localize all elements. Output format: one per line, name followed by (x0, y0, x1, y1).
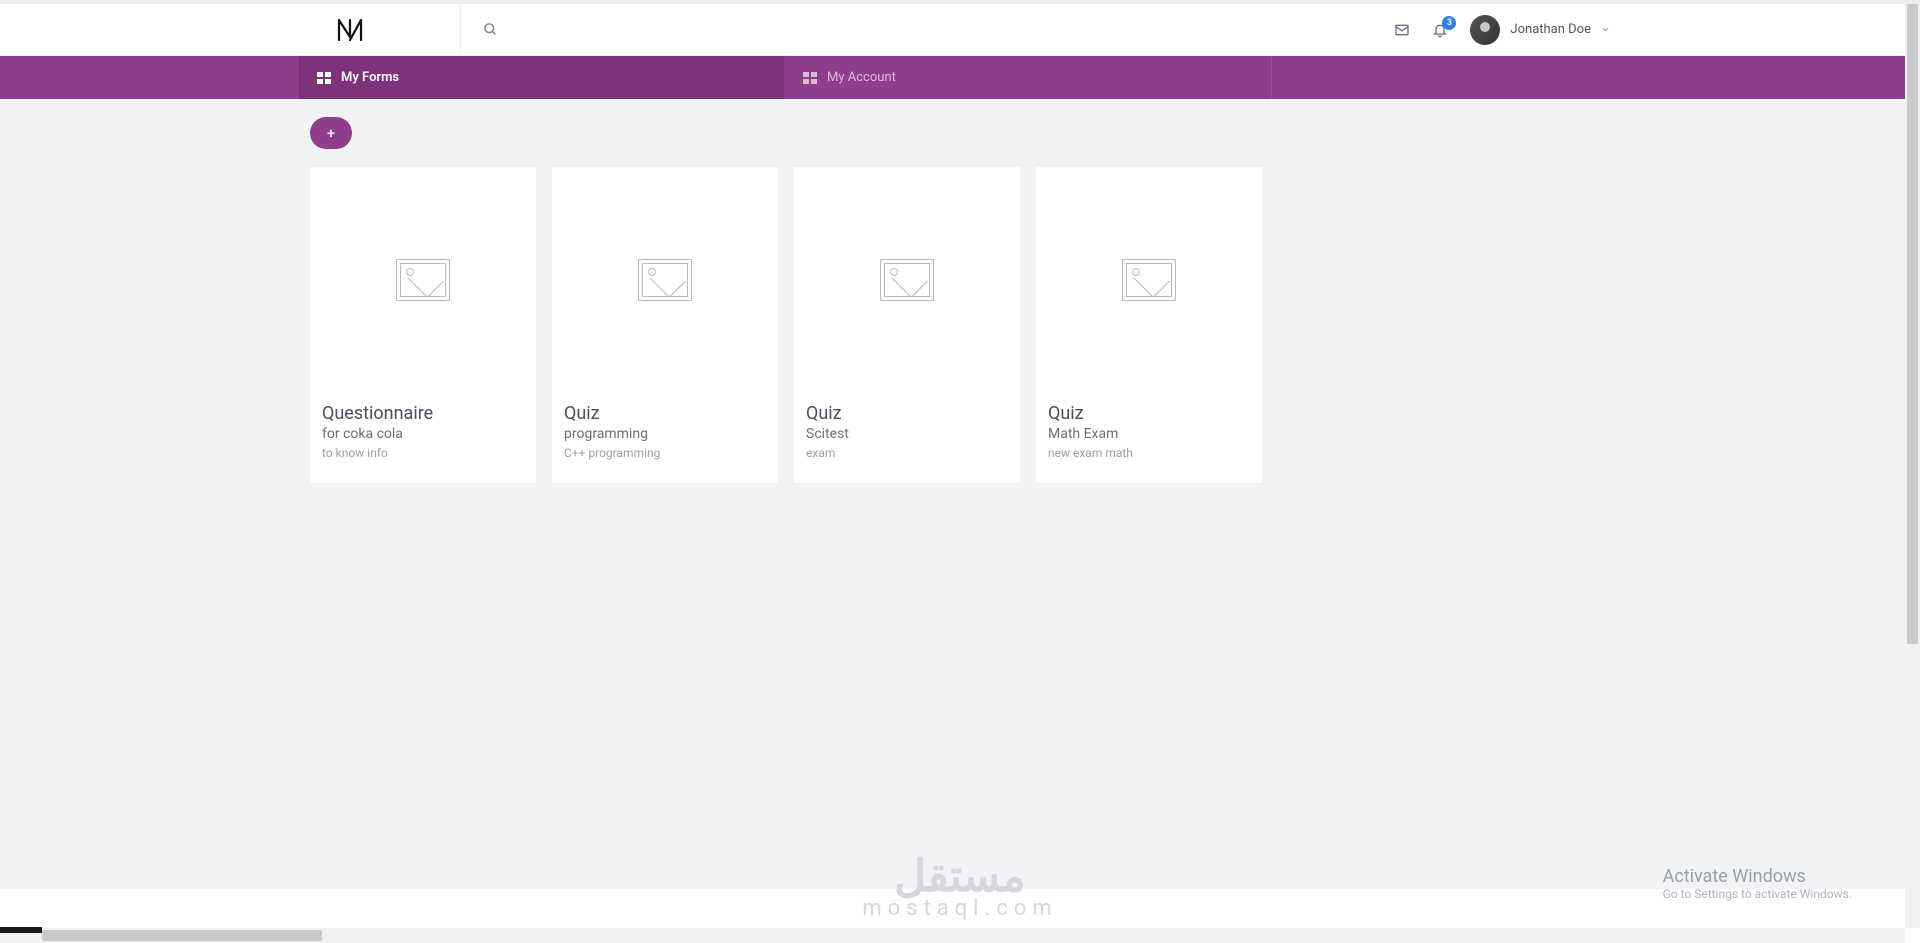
image-placeholder-icon (638, 259, 692, 301)
image-placeholder-icon (396, 259, 450, 301)
logo-icon (337, 19, 363, 41)
scrollbar-thumb[interactable] (1907, 4, 1918, 644)
card-type: Questionnaire (322, 403, 524, 424)
card-image (794, 167, 1020, 393)
mail-icon[interactable] (1394, 22, 1410, 38)
form-card[interactable]: Questionnaire for coka cola to know info (310, 167, 536, 483)
notification-button[interactable]: 3 (1432, 22, 1448, 38)
scrollbar-thumb[interactable] (42, 930, 322, 941)
logo[interactable] (337, 19, 363, 41)
card-body: Quiz Scitest exam (794, 393, 1020, 470)
card-desc: exam (806, 446, 1008, 460)
card-desc: C++ programming (564, 446, 766, 460)
form-card[interactable]: Quiz Math Exam new exam math (1036, 167, 1262, 483)
nav-bar: My Forms My Account (0, 56, 1920, 99)
form-card[interactable]: Quiz programming C++ programming (552, 167, 778, 483)
avatar (1470, 15, 1500, 45)
card-image (1036, 167, 1262, 393)
user-name: Jonathan Doe (1510, 22, 1591, 37)
header-right: 3 Jonathan Doe (1394, 15, 1920, 45)
card-body: Quiz Math Exam new exam math (1036, 393, 1262, 470)
tab-my-account[interactable]: My Account (785, 56, 1272, 99)
tab-my-forms[interactable]: My Forms (298, 56, 785, 99)
search-section[interactable] (460, 4, 498, 55)
card-type: Quiz (564, 403, 766, 424)
card-title: programming (564, 426, 766, 442)
card-title: Scitest (806, 426, 1008, 442)
scrollbar-vertical[interactable] (1905, 4, 1920, 928)
activate-title: Activate Windows (1663, 866, 1852, 887)
card-body: Quiz programming C++ programming (552, 393, 778, 470)
form-card[interactable]: Quiz Scitest exam (794, 167, 1020, 483)
logo-section (0, 19, 460, 41)
card-desc: new exam math (1048, 446, 1250, 460)
add-form-button[interactable]: + (310, 117, 352, 149)
card-desc: to know info (322, 446, 524, 460)
tab-my-forms-label: My Forms (341, 70, 399, 85)
card-title: for coka cola (322, 426, 524, 442)
header: 3 Jonathan Doe (0, 4, 1920, 56)
card-type: Quiz (1048, 403, 1250, 424)
search-icon (483, 22, 498, 37)
grid-icon (803, 72, 817, 84)
card-image (552, 167, 778, 393)
plus-icon: + (327, 125, 335, 141)
user-menu[interactable]: Jonathan Doe (1470, 15, 1610, 45)
image-placeholder-icon (880, 259, 934, 301)
bottom-left-mark (0, 927, 42, 933)
main: + Questionnaire for coka cola to know in… (0, 99, 1920, 483)
card-title: Math Exam (1048, 426, 1250, 442)
card-image (310, 167, 536, 393)
grid-icon (317, 72, 331, 84)
tab-my-account-label: My Account (827, 70, 896, 85)
card-body: Questionnaire for coka cola to know info (310, 393, 536, 470)
image-placeholder-icon (1122, 259, 1176, 301)
card-type: Quiz (806, 403, 1008, 424)
chevron-down-icon (1601, 25, 1610, 34)
cards-row: Questionnaire for coka cola to know info… (310, 167, 1270, 483)
notification-badge: 3 (1442, 16, 1456, 30)
scrollbar-horizontal[interactable] (0, 928, 1905, 943)
